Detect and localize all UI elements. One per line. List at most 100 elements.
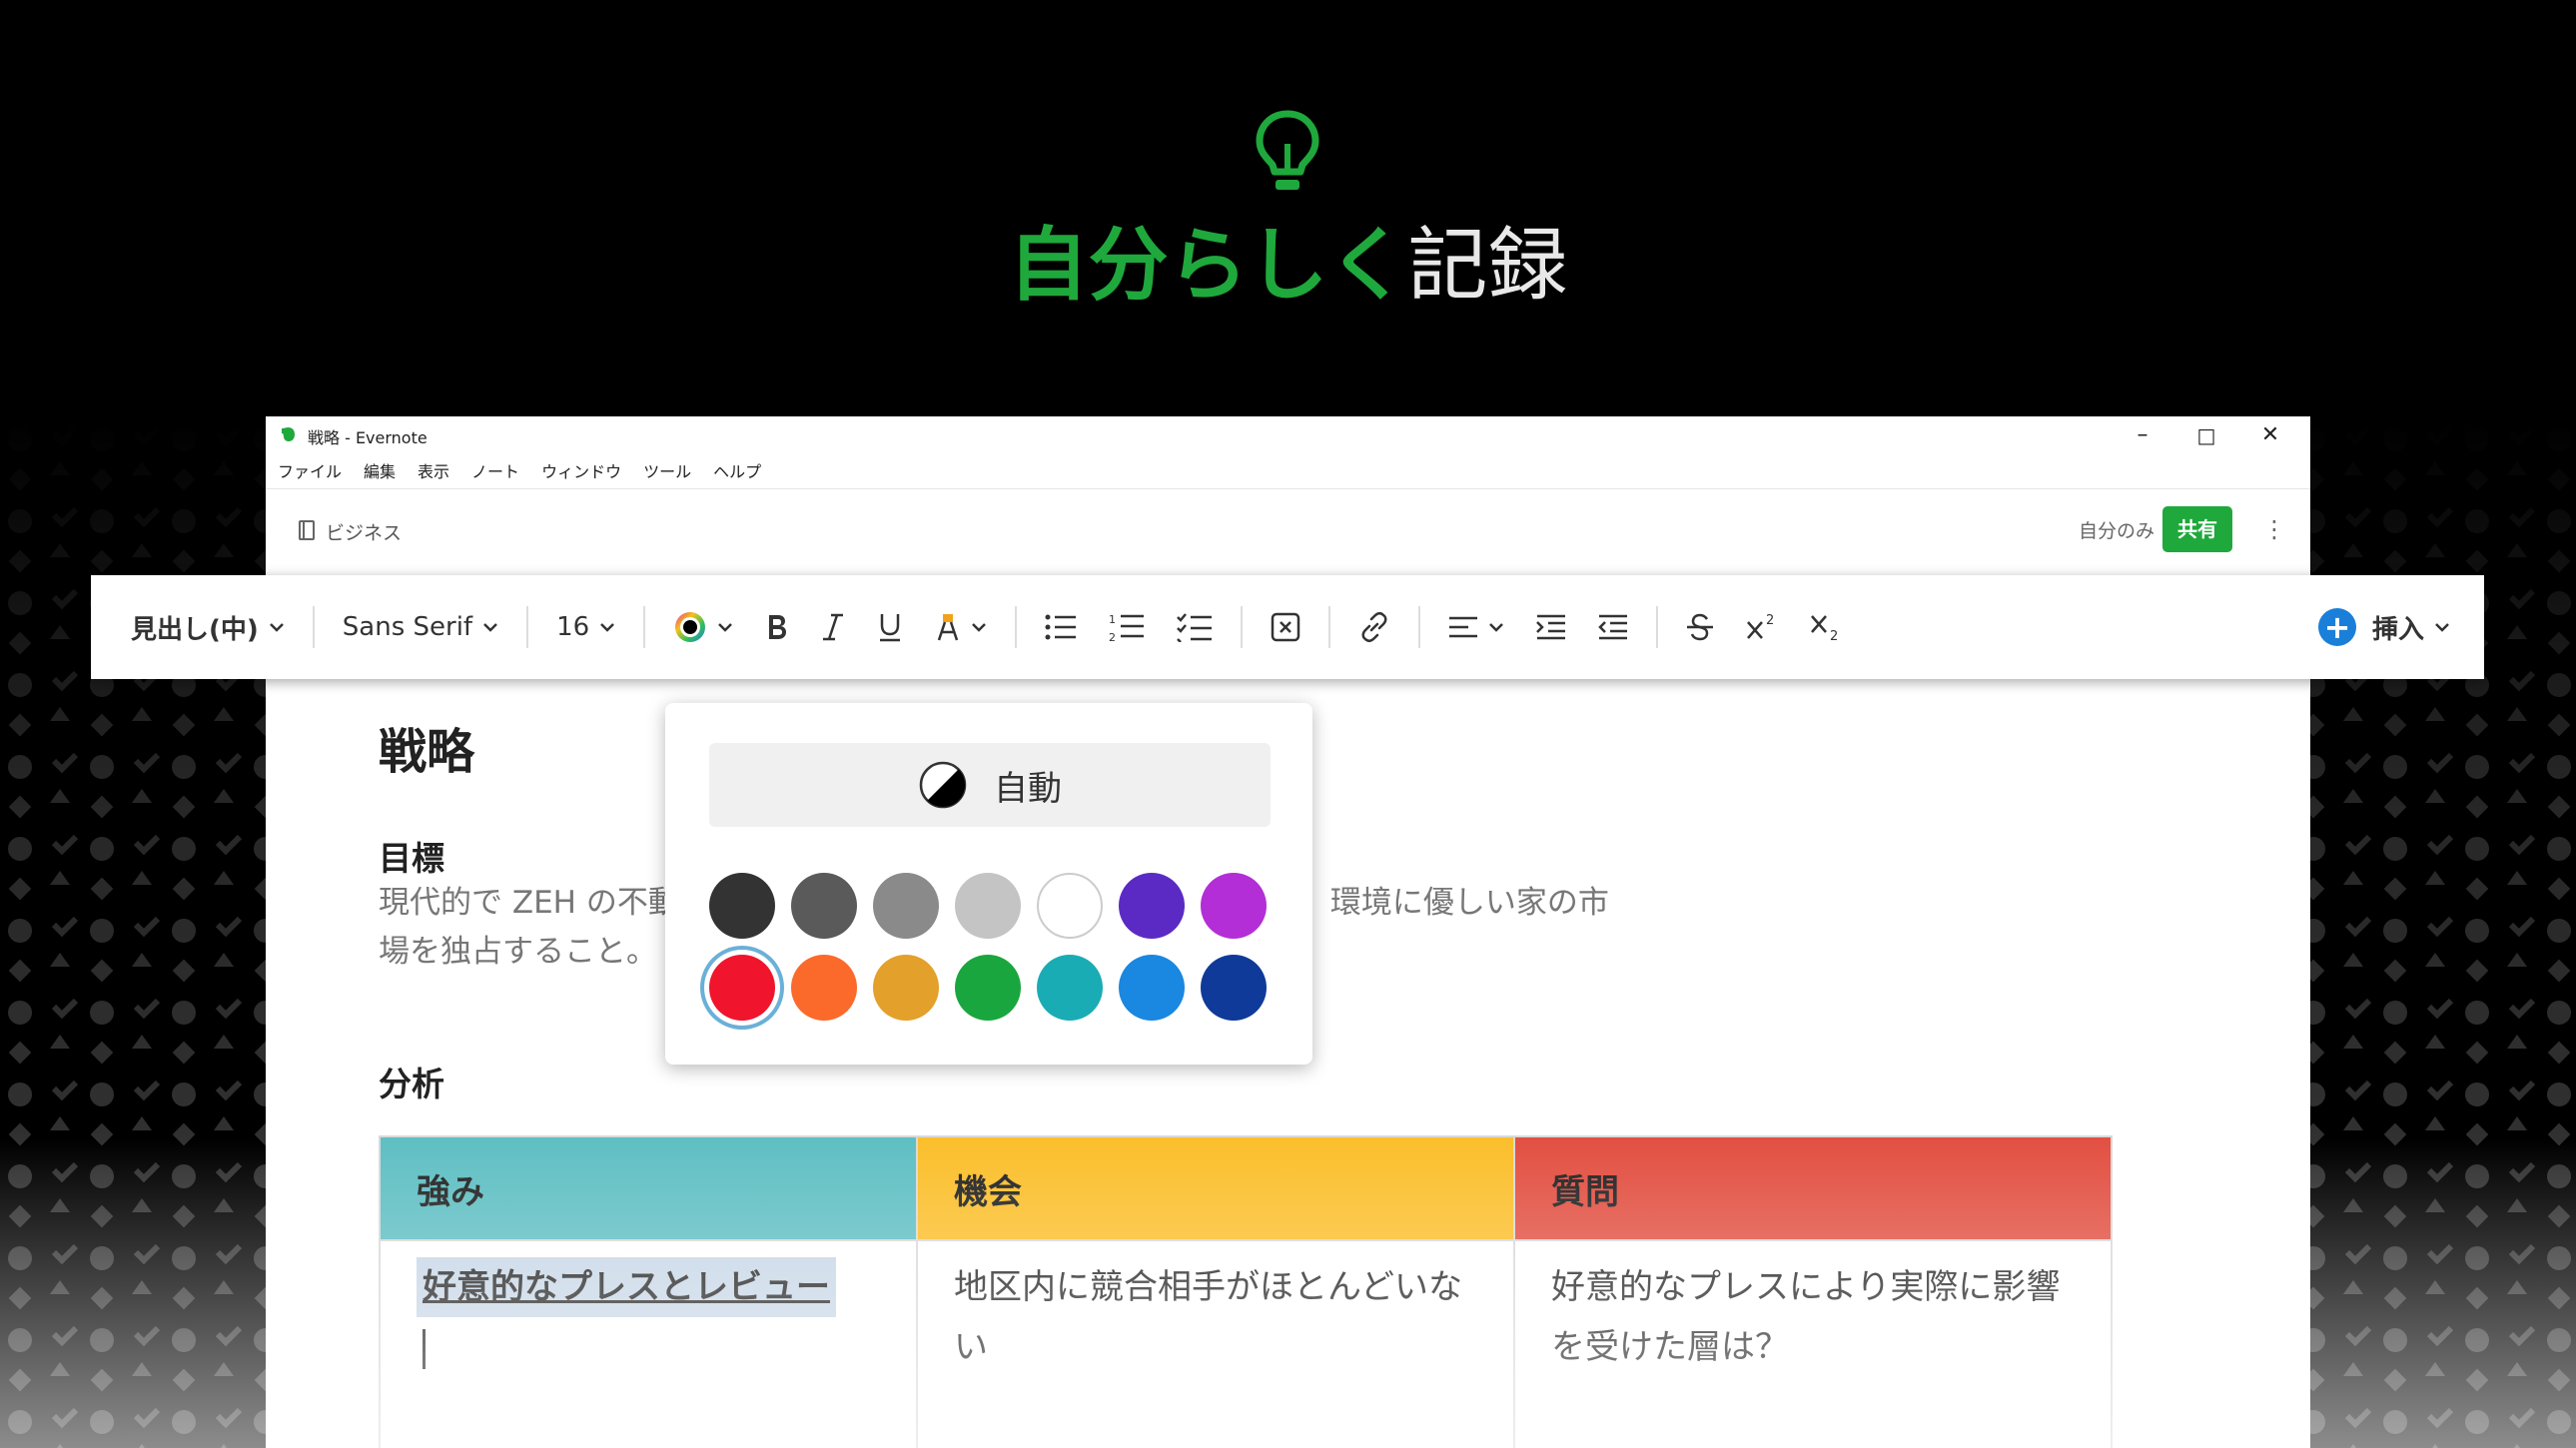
chevron-down-icon bbox=[2435, 623, 2449, 632]
checklist-button[interactable] bbox=[1161, 597, 1229, 657]
analysis-table: 強み 機会 質問 好意的なプレスとレビュー 地区内に競合相手がほとんどいない 好… bbox=[379, 1135, 2113, 1448]
chevron-down-icon bbox=[600, 623, 615, 632]
color-swatch[interactable] bbox=[1201, 955, 1267, 1021]
superscript-icon: 2 bbox=[1747, 613, 1774, 639]
table-header-opportunities[interactable]: 機会 bbox=[916, 1135, 1515, 1241]
hero-title-white: 記録 bbox=[1407, 219, 1568, 312]
svg-text:2: 2 bbox=[1830, 629, 1838, 642]
title-bar: 戦略 - Evernote – □ ✕ bbox=[266, 416, 2310, 452]
bullet-list-button[interactable] bbox=[1029, 597, 1093, 657]
color-swatch[interactable] bbox=[955, 873, 1021, 939]
goal-text-part1: 現代的で ZEH の不動 bbox=[379, 885, 679, 921]
bold-icon bbox=[769, 615, 787, 639]
selected-text[interactable]: 好意的なプレスとレビュー bbox=[417, 1257, 836, 1317]
hero-title-green: 自分らしく bbox=[1008, 219, 1408, 312]
color-swatch[interactable] bbox=[1037, 955, 1103, 1021]
numbered-list-button[interactable]: 12 bbox=[1093, 597, 1161, 657]
color-swatch[interactable] bbox=[1119, 873, 1185, 939]
color-wheel-icon bbox=[675, 612, 706, 642]
table-header-questions[interactable]: 質問 bbox=[1513, 1135, 2113, 1241]
color-swatch[interactable] bbox=[1119, 955, 1185, 1021]
table-cell-opportunities[interactable]: 地区内に競合相手がほとんどいない bbox=[916, 1239, 1515, 1448]
paragraph-style-dropdown[interactable]: 見出し(中) bbox=[91, 597, 301, 657]
color-swatch[interactable] bbox=[873, 955, 939, 1021]
note-title[interactable]: 戦略 bbox=[379, 712, 474, 782]
toolbar-divider bbox=[1656, 606, 1659, 648]
plus-icon: + bbox=[2317, 608, 2356, 646]
more-options-icon[interactable]: ⋮ bbox=[2262, 506, 2286, 552]
numbered-list-icon: 12 bbox=[1109, 613, 1145, 643]
goal-heading[interactable]: 目標 bbox=[379, 832, 444, 880]
goal-text-part3: 場を独占すること。 bbox=[379, 934, 657, 970]
maximize-button[interactable]: □ bbox=[2174, 418, 2238, 452]
table-cell-questions[interactable]: 好意的なプレスにより実際に影響を受けた層は？ bbox=[1513, 1239, 2113, 1448]
hero-title: 自分らしく記録 bbox=[0, 218, 2576, 314]
goal-text-part2: 環境に優しい家の市 bbox=[1329, 885, 1609, 921]
text-cursor bbox=[423, 1328, 426, 1369]
insert-button[interactable]: + 挿入 bbox=[2317, 597, 2450, 657]
text-color-button[interactable] bbox=[657, 597, 749, 657]
bold-button[interactable] bbox=[749, 597, 805, 657]
clear-formatting-icon bbox=[1271, 612, 1300, 642]
table-cell-strengths[interactable]: 好意的なプレスとレビュー bbox=[379, 1239, 918, 1448]
strikethrough-icon bbox=[1687, 613, 1714, 641]
notebook-name[interactable]: ビジネス bbox=[326, 518, 402, 545]
table-row: 好意的なプレスとレビュー 地区内に競合相手がほとんどいない 好意的なプレスにより… bbox=[379, 1239, 2113, 1448]
toolbar-divider bbox=[1418, 606, 1421, 648]
indent-icon bbox=[1536, 614, 1566, 640]
auto-color-button[interactable]: 自動 bbox=[709, 743, 1271, 827]
color-swatch[interactable] bbox=[1037, 873, 1103, 939]
menu-file[interactable]: ファイル bbox=[276, 458, 344, 484]
paragraph-style-label: 見出し(中) bbox=[131, 614, 259, 645]
clear-formatting-button[interactable] bbox=[1255, 597, 1316, 657]
menu-note[interactable]: ノート bbox=[469, 458, 521, 484]
table-header-strengths[interactable]: 強み bbox=[379, 1135, 918, 1241]
menu-edit[interactable]: 編集 bbox=[362, 458, 398, 484]
checklist-icon bbox=[1177, 613, 1213, 642]
highlighter-icon bbox=[937, 614, 959, 641]
toolbar-divider bbox=[312, 606, 315, 648]
color-swatch[interactable] bbox=[955, 955, 1021, 1021]
color-swatch[interactable] bbox=[791, 873, 857, 939]
font-family-label: Sans Serif bbox=[342, 612, 473, 642]
menu-help[interactable]: ヘルプ bbox=[711, 458, 763, 484]
minimize-button[interactable]: – bbox=[2111, 418, 2174, 452]
color-swatch[interactable] bbox=[873, 873, 939, 939]
align-dropdown[interactable] bbox=[1432, 597, 1520, 657]
toolbar-divider bbox=[643, 606, 646, 648]
font-size-dropdown[interactable]: 16 bbox=[540, 597, 631, 657]
font-family-dropdown[interactable]: Sans Serif bbox=[327, 597, 514, 657]
chevron-down-icon bbox=[1489, 623, 1504, 632]
svg-text:2: 2 bbox=[1109, 631, 1116, 643]
lightbulb-icon bbox=[1256, 110, 1319, 190]
table-header-row: 強み 機会 質問 bbox=[379, 1135, 2113, 1241]
italic-button[interactable] bbox=[805, 597, 861, 657]
color-swatch[interactable] bbox=[791, 955, 857, 1021]
color-swatch[interactable] bbox=[709, 955, 775, 1021]
indent-button[interactable] bbox=[1520, 597, 1582, 657]
share-button[interactable]: 共有 bbox=[2162, 506, 2232, 552]
underline-button[interactable] bbox=[861, 597, 919, 657]
auto-contrast-icon bbox=[919, 761, 967, 809]
highlight-button[interactable] bbox=[919, 597, 1003, 657]
link-button[interactable] bbox=[1342, 597, 1406, 657]
menu-view[interactable]: 表示 bbox=[416, 458, 451, 484]
toolbar-divider bbox=[1015, 606, 1018, 648]
outdent-button[interactable] bbox=[1582, 597, 1644, 657]
close-button[interactable]: ✕ bbox=[2238, 418, 2302, 452]
subscript-button[interactable]: 2 bbox=[1794, 597, 1858, 657]
auto-color-label: 自動 bbox=[994, 768, 1062, 809]
superscript-button[interactable]: 2 bbox=[1730, 597, 1794, 657]
menu-tools[interactable]: ツール bbox=[641, 458, 693, 484]
strikethrough-button[interactable] bbox=[1670, 597, 1730, 657]
chevron-down-icon bbox=[269, 623, 284, 632]
font-size-label: 16 bbox=[556, 612, 590, 642]
align-left-icon bbox=[1449, 616, 1478, 638]
notebook-icon bbox=[299, 520, 315, 540]
color-swatch[interactable] bbox=[1201, 873, 1267, 939]
menu-window[interactable]: ウィンドウ bbox=[539, 458, 623, 484]
color-swatch[interactable] bbox=[709, 873, 775, 939]
underline-icon bbox=[880, 614, 901, 642]
share-scope-label[interactable]: 自分のみ bbox=[2079, 516, 2154, 543]
analysis-heading[interactable]: 分析 bbox=[379, 1058, 444, 1105]
